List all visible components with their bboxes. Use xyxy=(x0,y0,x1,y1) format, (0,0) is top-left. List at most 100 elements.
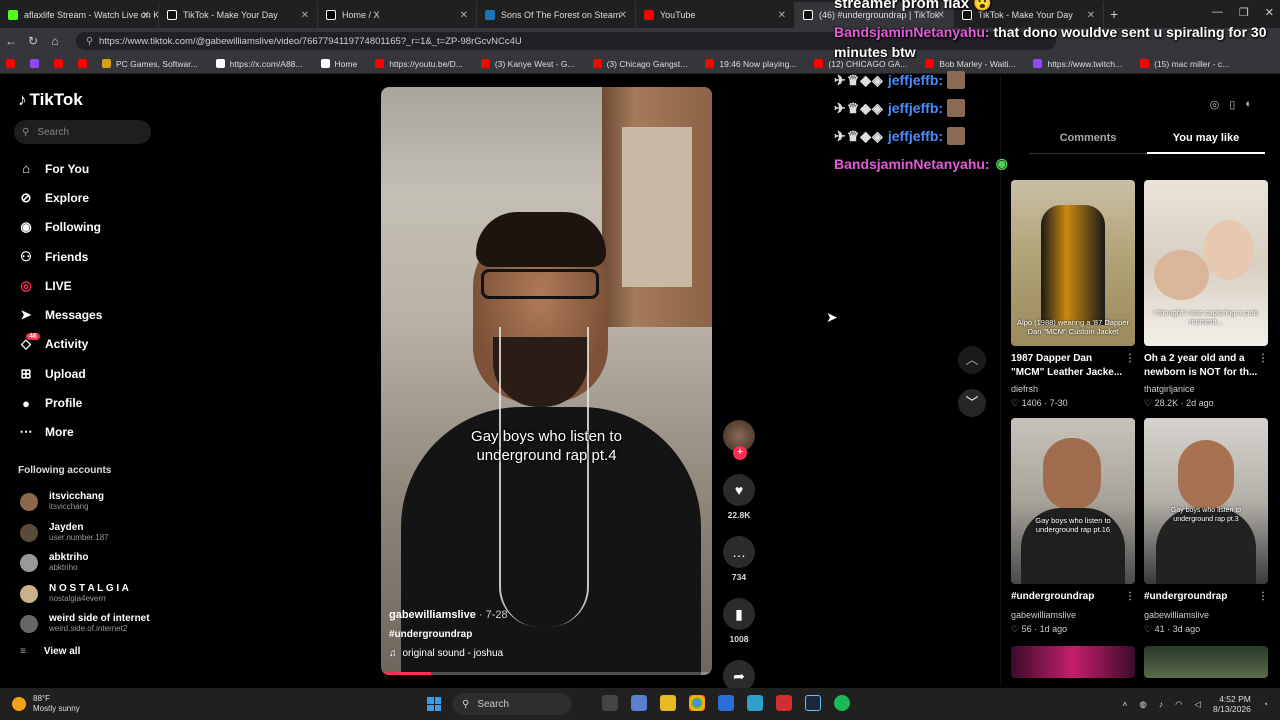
recommended-card[interactable]: Gay boys who listen to underground rap p… xyxy=(1144,418,1268,635)
home-icon[interactable]: ⌂ xyxy=(44,34,66,48)
following-account[interactable]: abktriho abktriho xyxy=(20,548,150,579)
microphone-icon[interactable]: ♪ xyxy=(1159,699,1163,709)
sidebar-item-upload[interactable]: ⊞ Upload xyxy=(16,359,102,388)
video-hashtag[interactable]: #undergroundrap xyxy=(389,629,508,640)
more-options-icon[interactable]: ⋮ xyxy=(1258,590,1268,604)
maximize-icon[interactable]: ❐ xyxy=(1239,6,1249,19)
bookmark-item[interactable]: 19:46 Now playing... xyxy=(705,59,796,69)
video-progress-track[interactable] xyxy=(381,672,712,675)
video-thumbnail[interactable]: Alpo (1988) wearing a '87 Dapper Dan "MC… xyxy=(1011,180,1135,346)
clock[interactable]: 4:52 PM 8/13/2026 xyxy=(1213,694,1251,714)
video-earphone-wire xyxy=(499,327,589,627)
recommended-card[interactable]: Gay boys who listen to underground rap p… xyxy=(1011,418,1135,635)
recommended-card-partial[interactable] xyxy=(1144,646,1268,678)
follow-plus-icon[interactable]: + xyxy=(733,446,747,460)
close-tab-icon[interactable]: ✕ xyxy=(619,10,627,21)
reload-icon[interactable]: ↻ xyxy=(22,34,44,48)
like-button[interactable]: ♥ xyxy=(723,474,755,506)
sidebar-item-activity[interactable]: ◇ 46 Activity xyxy=(16,330,102,359)
close-tab-icon[interactable]: ✕ xyxy=(460,10,468,21)
recommended-card-partial[interactable] xyxy=(1011,646,1135,678)
profile-avatar-icon[interactable]: ◐ xyxy=(1245,98,1252,111)
browser-tab[interactable]: aflaxlife Stream - Watch Live on K... ✕ xyxy=(0,2,159,28)
more-options-icon[interactable]: ⋮ xyxy=(1125,590,1135,604)
bookmark-item[interactable] xyxy=(78,59,92,68)
file-explorer-icon[interactable] xyxy=(660,695,676,711)
edge-icon[interactable] xyxy=(747,695,763,711)
new-tab-icon[interactable]: + xyxy=(1110,6,1118,22)
close-tab-icon[interactable]: ✕ xyxy=(142,10,150,21)
sidebar-item-for-you[interactable]: ⌂ For You xyxy=(16,154,102,183)
bookmark-item[interactable]: https://youtu.be/D... xyxy=(375,59,463,69)
minimize-icon[interactable]: — xyxy=(1212,6,1223,19)
video-thumbnail[interactable]: Gay boys who listen to underground rap p… xyxy=(1144,418,1268,584)
sidebar-item-explore[interactable]: ⊘ Explore xyxy=(16,183,102,212)
bookmark-item[interactable]: PC Games, Softwar... xyxy=(102,59,198,69)
browser-tab[interactable]: TikTok - Make Your Day ✕ xyxy=(159,2,318,28)
compass-icon[interactable]: ◎ xyxy=(1210,98,1220,111)
bookmark-item[interactable]: Home xyxy=(320,59,357,69)
video-thumbnail[interactable]: I thought I was capturing a cute moment.… xyxy=(1144,180,1268,346)
save-button[interactable]: ▮ xyxy=(723,598,755,630)
following-account[interactable]: Jayden user.number.187 xyxy=(20,518,150,549)
bookmark-item[interactable]: (3) Kanye West - G... xyxy=(480,59,575,69)
recommended-card[interactable]: I thought I was capturing a cute moment.… xyxy=(1144,180,1268,409)
tiktok-logo[interactable]: ♪ TikTok xyxy=(18,90,83,110)
sidebar-item-messages[interactable]: ➤ Messages xyxy=(16,300,103,329)
network-icon[interactable]: ◍ xyxy=(1139,699,1146,710)
video-sound[interactable]: ♫ original sound - joshua xyxy=(389,648,508,659)
video-thumbnail[interactable]: Gay boys who listen to underground rap p… xyxy=(1011,418,1135,584)
chrome-icon[interactable] xyxy=(689,695,705,711)
steam-icon[interactable] xyxy=(805,695,821,711)
browser-tab[interactable]: Sons Of The Forest on Steam ✕ xyxy=(477,2,636,28)
phone-icon[interactable]: ▯ xyxy=(1229,98,1235,111)
previous-video-button[interactable]: ︿ xyxy=(958,346,986,374)
following-account[interactable]: itsvicchang itsvicchang xyxy=(20,487,150,518)
taskbar-search[interactable]: ⚲ Search xyxy=(452,693,572,715)
tab-you-may-like[interactable]: You may like xyxy=(1147,132,1265,154)
bookmark-item[interactable] xyxy=(30,59,44,68)
close-window-icon[interactable]: ✕ xyxy=(1265,6,1274,19)
bookmark-item[interactable]: (3) Chicago Gangst... xyxy=(592,59,687,69)
volume-icon[interactable]: ◁ xyxy=(1194,699,1201,710)
sidebar-item-live[interactable]: ◎ LIVE xyxy=(16,271,102,300)
app-icon[interactable] xyxy=(776,695,792,711)
back-icon[interactable]: ← xyxy=(0,34,22,48)
task-view-icon[interactable] xyxy=(602,695,618,711)
browser-tab[interactable]: Home / X ✕ xyxy=(318,2,477,28)
video-author[interactable]: gabewilliamslive xyxy=(389,609,476,621)
close-tab-icon[interactable]: ✕ xyxy=(301,10,309,21)
sidebar-item-more[interactable]: ⋯ More xyxy=(16,418,102,447)
comment-button[interactable]: … xyxy=(723,536,755,568)
following-account[interactable]: weird side of internet weird.side.of.inte… xyxy=(20,609,150,640)
notifications-icon[interactable]: ◔ xyxy=(1263,699,1268,709)
bookmark-item[interactable]: https://x.com/A88... xyxy=(215,59,303,69)
more-options-icon[interactable]: ⋮ xyxy=(1125,352,1135,366)
spotify-icon[interactable] xyxy=(834,695,850,711)
chevron-up-icon[interactable]: ˄ xyxy=(1122,699,1127,709)
site-info-icon[interactable]: ⚲ xyxy=(86,36,93,47)
sidebar-item-following[interactable]: ◉ Following xyxy=(16,213,102,242)
search-input[interactable]: ⚲ Search xyxy=(14,120,151,144)
bookmark-item[interactable] xyxy=(6,59,20,68)
wifi-icon[interactable]: ◠ xyxy=(1175,699,1182,710)
store-icon[interactable] xyxy=(718,695,734,711)
close-tab-icon[interactable]: ✕ xyxy=(778,10,786,21)
following-account[interactable]: N O S T A L G I Anostalgia4everrr xyxy=(20,579,150,610)
close-tab-icon[interactable]: ✕ xyxy=(1087,10,1095,21)
sidebar-item-profile[interactable]: ● Profile xyxy=(16,388,102,417)
tab-comments[interactable]: Comments xyxy=(1029,132,1147,154)
windows-start-icon[interactable] xyxy=(427,697,441,711)
more-options-icon[interactable]: ⋮ xyxy=(1258,352,1268,366)
recommended-card[interactable]: Alpo (1988) wearing a '87 Dapper Dan "MC… xyxy=(1011,180,1135,409)
next-video-button[interactable]: ﹀ xyxy=(958,389,986,417)
sidebar-item-friends[interactable]: ⚇ Friends xyxy=(16,242,102,271)
browser-tab[interactable]: YouTube ✕ xyxy=(636,2,795,28)
video-player[interactable]: Gay boys who listen to underground rap p… xyxy=(381,87,712,675)
creator-avatar[interactable]: + xyxy=(723,420,755,460)
video-progress-bar[interactable] xyxy=(381,672,431,675)
weather-widget[interactable]: 88°F Mostly sunny xyxy=(12,694,80,714)
widgets-icon[interactable] xyxy=(631,695,647,711)
bookmark-item[interactable] xyxy=(54,59,68,68)
view-all-link[interactable]: ≡ View all xyxy=(20,646,80,657)
